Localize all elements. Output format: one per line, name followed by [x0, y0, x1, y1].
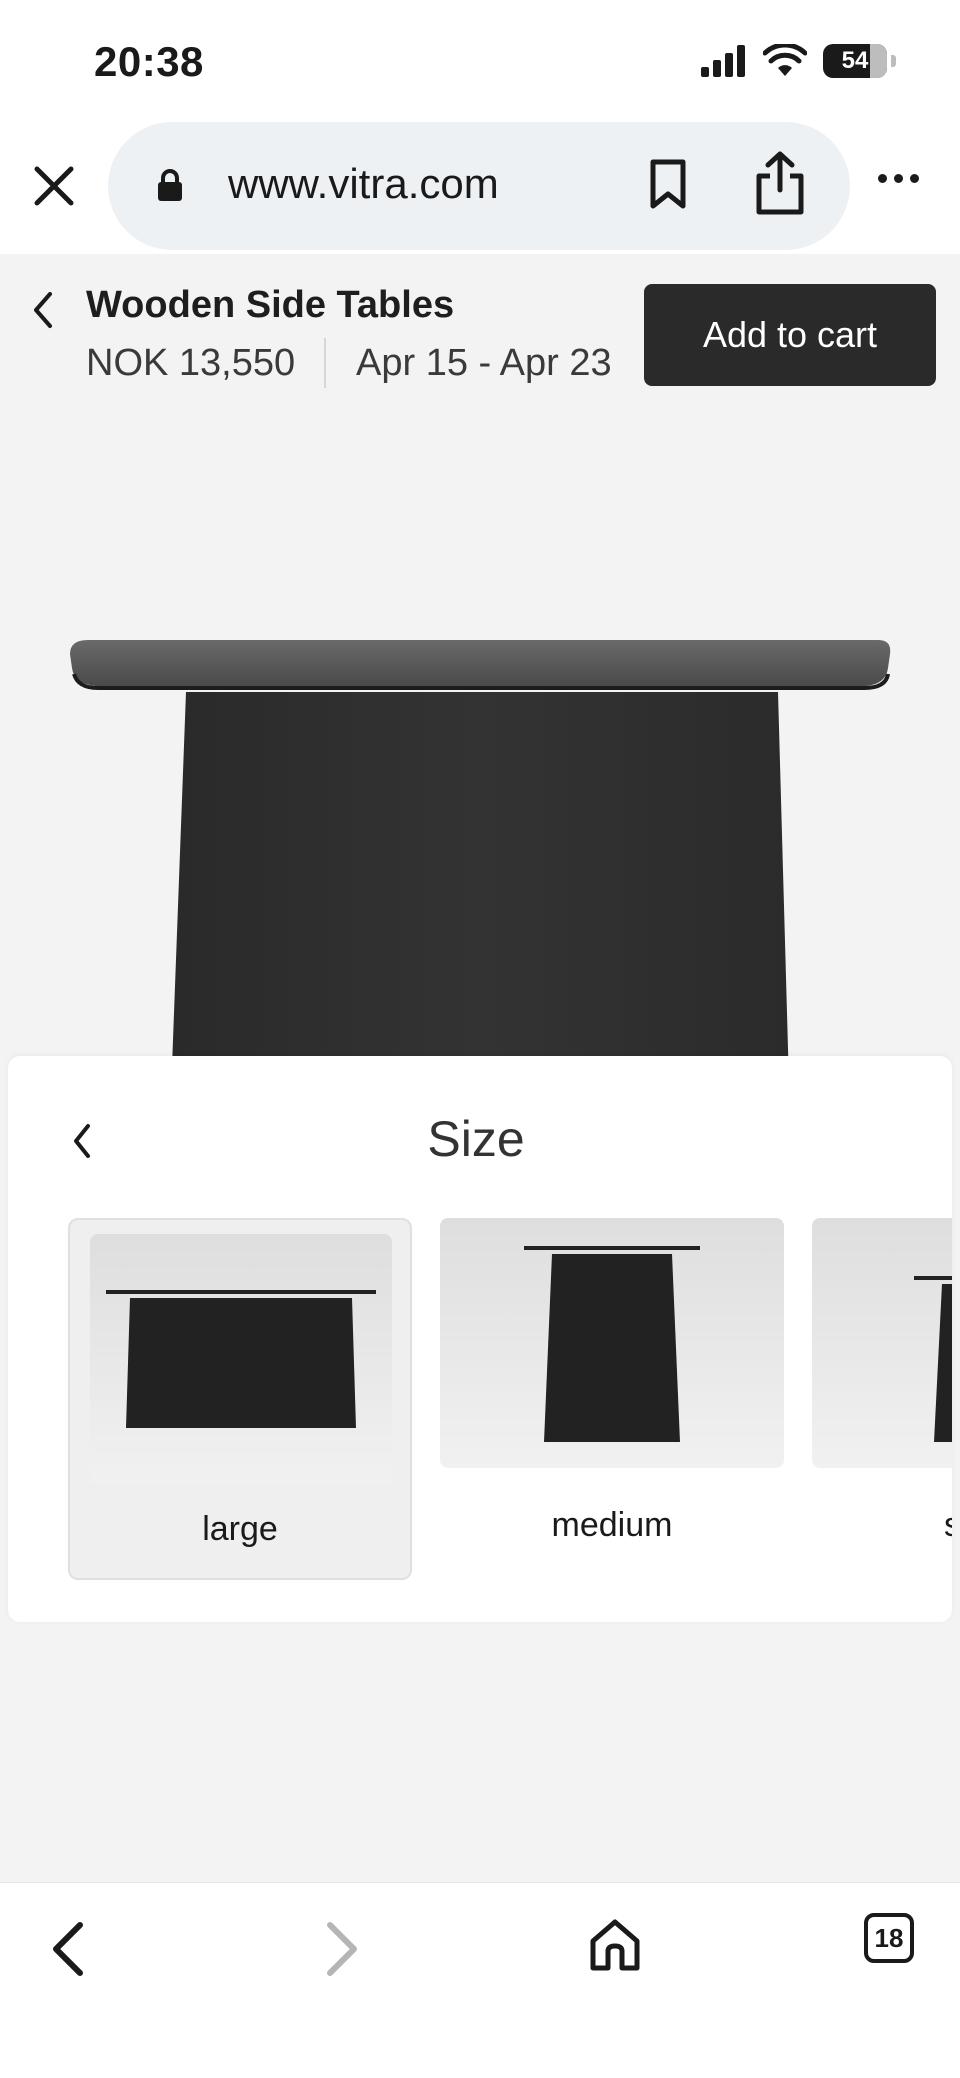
size-thumb-large [90, 1234, 392, 1484]
home-button[interactable] [588, 1917, 642, 1978]
size-option-large[interactable]: large [68, 1218, 412, 1580]
battery-cap [891, 55, 896, 67]
chevron-right-icon [327, 1922, 357, 1976]
status-icons: 54 [701, 44, 896, 78]
home-icon [590, 1919, 640, 1971]
medium-table-silhouette [524, 1246, 700, 1442]
sheet-title: Size [427, 1111, 525, 1167]
signal-icon [701, 45, 745, 77]
share-icon [756, 151, 804, 215]
status-time: 20:38 [94, 38, 204, 85]
close-button[interactable] [28, 160, 80, 212]
size-option-small[interactable]: s [812, 1218, 952, 1580]
size-label: medium [551, 1506, 673, 1544]
back-link[interactable] [30, 290, 56, 335]
nav-back-button[interactable] [48, 1919, 88, 1984]
wifi-icon [763, 44, 807, 76]
size-thumb-medium [440, 1218, 784, 1468]
address-bar[interactable]: www.vitra.com [108, 122, 850, 250]
battery-icon: 54 [823, 44, 887, 78]
size-label: s [944, 1506, 952, 1545]
battery-level: 54 [841, 47, 869, 74]
dot-icon [878, 174, 887, 183]
size-option-medium[interactable]: medium [440, 1218, 784, 1580]
product-price: NOK 13,550 [86, 342, 296, 384]
size-options: large medium s [60, 1218, 952, 1588]
product-title: Wooden Side Tables [86, 284, 455, 326]
lock-icon [158, 169, 182, 201]
nav-forward-button[interactable] [322, 1919, 362, 1984]
size-selector-sheet: Size large medium [8, 1056, 952, 1622]
chevron-left-icon [34, 292, 52, 328]
close-icon [34, 166, 74, 206]
chevron-left-icon [53, 1922, 83, 1976]
tabs-button[interactable]: 18 [864, 1913, 914, 1963]
delivery-window: Apr 15 - Apr 23 [356, 342, 612, 384]
url-text: www.vitra.com [228, 160, 499, 207]
bookmark-button[interactable] [648, 158, 688, 215]
share-button[interactable] [754, 150, 806, 221]
more-menu-button[interactable] [878, 174, 919, 183]
browser-bar: www.vitra.com [0, 120, 960, 254]
dot-icon [910, 174, 919, 183]
small-table-silhouette [914, 1276, 952, 1442]
size-thumb-small [812, 1218, 952, 1468]
dot-icon [894, 174, 903, 183]
status-bar: 20:38 54 [0, 0, 960, 120]
meta-divider [324, 338, 326, 388]
size-label: large [202, 1510, 278, 1548]
add-to-cart-button[interactable]: Add to cart [644, 284, 936, 386]
large-table-silhouette [106, 1290, 376, 1428]
bookmark-icon [650, 159, 686, 209]
browser-toolbar: 18 [0, 1882, 960, 2078]
